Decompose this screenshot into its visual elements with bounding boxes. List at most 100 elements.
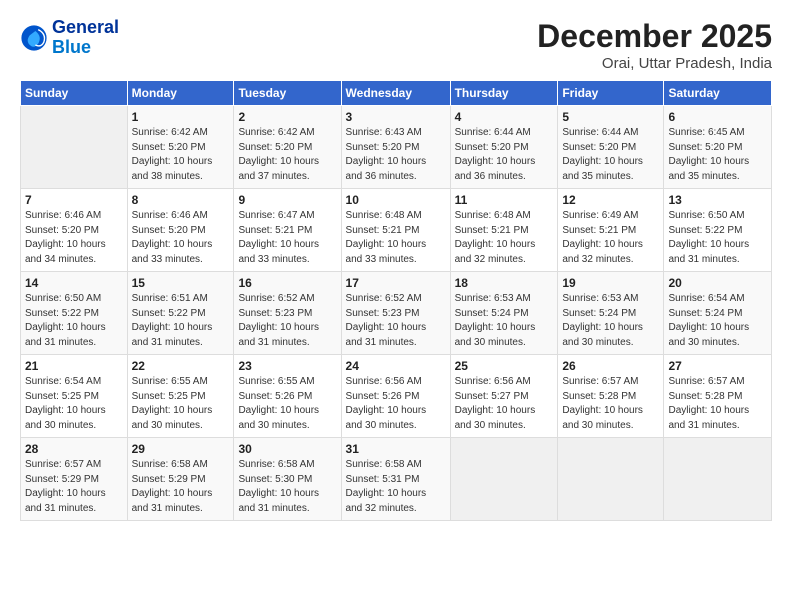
- calendar-cell: 8 Sunrise: 6:46 AM Sunset: 5:20 PM Dayli…: [127, 189, 234, 272]
- sunrise-label: Sunrise: 6:53 AM: [455, 293, 531, 304]
- header-row: General Blue December 2025 Orai, Uttar P…: [20, 18, 772, 72]
- sunset-label: Sunset: 5:27 PM: [455, 391, 529, 402]
- day-number: 8: [132, 193, 230, 207]
- daylight-label: Daylight: 10 hours and 31 minutes.: [132, 322, 213, 348]
- calendar-cell: [664, 438, 772, 521]
- calendar-cell: 21 Sunrise: 6:54 AM Sunset: 5:25 PM Dayl…: [21, 355, 128, 438]
- sunrise-label: Sunrise: 6:50 AM: [25, 293, 101, 304]
- calendar-week-1: 1 Sunrise: 6:42 AM Sunset: 5:20 PM Dayli…: [21, 106, 772, 189]
- day-info: Sunrise: 6:48 AM Sunset: 5:21 PM Dayligh…: [455, 209, 554, 267]
- month-title: December 2025: [537, 18, 772, 55]
- calendar-table: Sunday Monday Tuesday Wednesday Thursday…: [20, 80, 772, 521]
- daylight-label: Daylight: 10 hours and 31 minutes.: [668, 239, 749, 265]
- sunrise-label: Sunrise: 6:55 AM: [132, 376, 208, 387]
- day-info: Sunrise: 6:48 AM Sunset: 5:21 PM Dayligh…: [346, 209, 446, 267]
- day-number: 4: [455, 110, 554, 124]
- day-info: Sunrise: 6:54 AM Sunset: 5:25 PM Dayligh…: [25, 375, 123, 433]
- sunrise-label: Sunrise: 6:48 AM: [455, 210, 531, 221]
- daylight-label: Daylight: 10 hours and 30 minutes.: [346, 405, 427, 431]
- sunset-label: Sunset: 5:25 PM: [132, 391, 206, 402]
- calendar-cell: 23 Sunrise: 6:55 AM Sunset: 5:26 PM Dayl…: [234, 355, 341, 438]
- day-number: 12: [562, 193, 659, 207]
- daylight-label: Daylight: 10 hours and 35 minutes.: [668, 156, 749, 182]
- calendar-cell: 28 Sunrise: 6:57 AM Sunset: 5:29 PM Dayl…: [21, 438, 128, 521]
- daylight-label: Daylight: 10 hours and 33 minutes.: [346, 239, 427, 265]
- day-info: Sunrise: 6:56 AM Sunset: 5:26 PM Dayligh…: [346, 375, 446, 433]
- day-info: Sunrise: 6:43 AM Sunset: 5:20 PM Dayligh…: [346, 126, 446, 184]
- sunrise-label: Sunrise: 6:42 AM: [238, 127, 314, 138]
- sunset-label: Sunset: 5:24 PM: [562, 308, 636, 319]
- sunrise-label: Sunrise: 6:46 AM: [132, 210, 208, 221]
- day-number: 23: [238, 359, 336, 373]
- calendar-cell: [21, 106, 128, 189]
- sunset-label: Sunset: 5:25 PM: [25, 391, 99, 402]
- daylight-label: Daylight: 10 hours and 34 minutes.: [25, 239, 106, 265]
- day-info: Sunrise: 6:57 AM Sunset: 5:29 PM Dayligh…: [25, 458, 123, 516]
- day-info: Sunrise: 6:42 AM Sunset: 5:20 PM Dayligh…: [132, 126, 230, 184]
- calendar-cell: 31 Sunrise: 6:58 AM Sunset: 5:31 PM Dayl…: [341, 438, 450, 521]
- day-number: 21: [25, 359, 123, 373]
- day-number: 16: [238, 276, 336, 290]
- calendar-cell: 12 Sunrise: 6:49 AM Sunset: 5:21 PM Dayl…: [558, 189, 664, 272]
- daylight-label: Daylight: 10 hours and 33 minutes.: [132, 239, 213, 265]
- page-container: General Blue December 2025 Orai, Uttar P…: [0, 0, 792, 531]
- daylight-label: Daylight: 10 hours and 30 minutes.: [562, 322, 643, 348]
- sunset-label: Sunset: 5:28 PM: [562, 391, 636, 402]
- calendar-cell: 22 Sunrise: 6:55 AM Sunset: 5:25 PM Dayl…: [127, 355, 234, 438]
- sunset-label: Sunset: 5:20 PM: [25, 225, 99, 236]
- daylight-label: Daylight: 10 hours and 35 minutes.: [562, 156, 643, 182]
- sunrise-label: Sunrise: 6:49 AM: [562, 210, 638, 221]
- daylight-label: Daylight: 10 hours and 32 minutes.: [346, 488, 427, 514]
- sunrise-label: Sunrise: 6:57 AM: [25, 459, 101, 470]
- calendar-cell: 30 Sunrise: 6:58 AM Sunset: 5:30 PM Dayl…: [234, 438, 341, 521]
- day-info: Sunrise: 6:50 AM Sunset: 5:22 PM Dayligh…: [668, 209, 767, 267]
- daylight-label: Daylight: 10 hours and 30 minutes.: [455, 322, 536, 348]
- sunrise-label: Sunrise: 6:46 AM: [25, 210, 101, 221]
- day-number: 6: [668, 110, 767, 124]
- day-number: 27: [668, 359, 767, 373]
- day-number: 9: [238, 193, 336, 207]
- sunrise-label: Sunrise: 6:54 AM: [25, 376, 101, 387]
- sunrise-label: Sunrise: 6:50 AM: [668, 210, 744, 221]
- col-wednesday: Wednesday: [341, 81, 450, 106]
- calendar-cell: 10 Sunrise: 6:48 AM Sunset: 5:21 PM Dayl…: [341, 189, 450, 272]
- sunset-label: Sunset: 5:20 PM: [668, 142, 742, 153]
- logo-line1: General: [52, 18, 119, 38]
- sunrise-label: Sunrise: 6:53 AM: [562, 293, 638, 304]
- sunset-label: Sunset: 5:31 PM: [346, 474, 420, 485]
- sunrise-label: Sunrise: 6:54 AM: [668, 293, 744, 304]
- day-info: Sunrise: 6:46 AM Sunset: 5:20 PM Dayligh…: [132, 209, 230, 267]
- day-info: Sunrise: 6:58 AM Sunset: 5:31 PM Dayligh…: [346, 458, 446, 516]
- daylight-label: Daylight: 10 hours and 31 minutes.: [238, 488, 319, 514]
- col-monday: Monday: [127, 81, 234, 106]
- day-number: 28: [25, 442, 123, 456]
- daylight-label: Daylight: 10 hours and 36 minutes.: [455, 156, 536, 182]
- sunset-label: Sunset: 5:21 PM: [562, 225, 636, 236]
- calendar-cell: 9 Sunrise: 6:47 AM Sunset: 5:21 PM Dayli…: [234, 189, 341, 272]
- sunrise-label: Sunrise: 6:55 AM: [238, 376, 314, 387]
- day-info: Sunrise: 6:56 AM Sunset: 5:27 PM Dayligh…: [455, 375, 554, 433]
- calendar-cell: 26 Sunrise: 6:57 AM Sunset: 5:28 PM Dayl…: [558, 355, 664, 438]
- col-sunday: Sunday: [21, 81, 128, 106]
- logo-line2: Blue: [52, 38, 119, 58]
- calendar-cell: [558, 438, 664, 521]
- logo-icon: [20, 24, 48, 52]
- calendar-week-5: 28 Sunrise: 6:57 AM Sunset: 5:29 PM Dayl…: [21, 438, 772, 521]
- calendar-cell: 2 Sunrise: 6:42 AM Sunset: 5:20 PM Dayli…: [234, 106, 341, 189]
- sunrise-label: Sunrise: 6:58 AM: [132, 459, 208, 470]
- day-info: Sunrise: 6:45 AM Sunset: 5:20 PM Dayligh…: [668, 126, 767, 184]
- day-number: 11: [455, 193, 554, 207]
- daylight-label: Daylight: 10 hours and 33 minutes.: [238, 239, 319, 265]
- title-block: December 2025 Orai, Uttar Pradesh, India: [537, 18, 772, 72]
- daylight-label: Daylight: 10 hours and 38 minutes.: [132, 156, 213, 182]
- day-number: 30: [238, 442, 336, 456]
- daylight-label: Daylight: 10 hours and 37 minutes.: [238, 156, 319, 182]
- sunset-label: Sunset: 5:22 PM: [132, 308, 206, 319]
- day-number: 5: [562, 110, 659, 124]
- calendar-cell: 13 Sunrise: 6:50 AM Sunset: 5:22 PM Dayl…: [664, 189, 772, 272]
- daylight-label: Daylight: 10 hours and 30 minutes.: [25, 405, 106, 431]
- sunrise-label: Sunrise: 6:56 AM: [346, 376, 422, 387]
- day-info: Sunrise: 6:42 AM Sunset: 5:20 PM Dayligh…: [238, 126, 336, 184]
- sunrise-label: Sunrise: 6:42 AM: [132, 127, 208, 138]
- daylight-label: Daylight: 10 hours and 30 minutes.: [238, 405, 319, 431]
